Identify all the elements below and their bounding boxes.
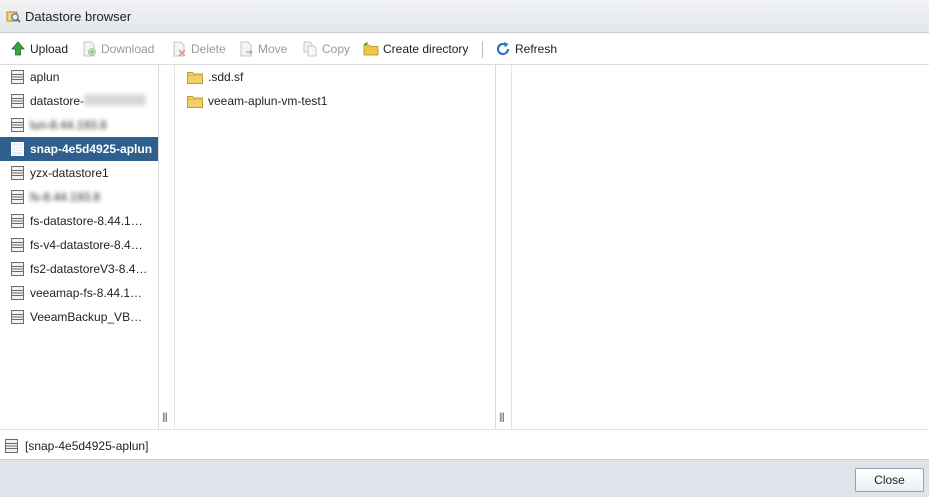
datastore-label: fs-8.44.193.8 bbox=[30, 190, 101, 204]
datastore-label: fs-v4-datastore-8.4… bbox=[30, 238, 143, 252]
folder-pane: ||| .sdd.sf veeam-aplun-vm-test1 bbox=[159, 65, 496, 429]
folder-item[interactable]: veeam-aplun-vm-test1 bbox=[187, 91, 327, 111]
refresh-label: Refresh bbox=[515, 42, 558, 56]
current-path: [snap-4e5d4925-aplun] bbox=[25, 439, 149, 453]
datastore-list: aplun datastore- lun-8.44.193.8 snap-4e5… bbox=[0, 65, 159, 429]
datastore-label: lun-8.44.193.8 bbox=[30, 118, 107, 132]
toolbar: Upload Download Delete Move Copy Create … bbox=[0, 33, 929, 65]
title-bar: Datastore browser bbox=[0, 0, 929, 33]
delete-label: Delete bbox=[191, 42, 226, 56]
folder-label: veeam-aplun-vm-test1 bbox=[208, 94, 328, 108]
datastore-label: fs-datastore-8.44.1… bbox=[30, 214, 143, 228]
datastore-item[interactable]: datastore- bbox=[0, 89, 158, 113]
datastore-icon bbox=[11, 118, 24, 132]
file-pane: ||| bbox=[496, 65, 929, 429]
copy-icon bbox=[303, 41, 317, 57]
datastore-icon bbox=[11, 70, 24, 84]
datastore-item[interactable]: VeeamBackup_VB… bbox=[0, 305, 158, 329]
datastore-icon bbox=[11, 94, 24, 108]
upload-button[interactable]: Upload bbox=[10, 40, 68, 58]
datastore-icon bbox=[11, 214, 24, 228]
datastore-icon bbox=[11, 190, 24, 204]
copy-label: Copy bbox=[322, 42, 351, 56]
datastore-icon bbox=[11, 310, 24, 324]
datastore-item[interactable]: snap-4e5d4925-aplun bbox=[0, 137, 158, 161]
create-directory-label: Create directory bbox=[383, 42, 469, 56]
download-button[interactable]: Download bbox=[81, 40, 154, 58]
delete-icon bbox=[173, 41, 186, 57]
download-label: Download bbox=[101, 42, 155, 56]
folder-item[interactable]: .sdd.sf bbox=[187, 67, 243, 87]
redacted-text bbox=[84, 94, 146, 106]
upload-icon bbox=[11, 41, 25, 56]
pane-splitter[interactable]: ||| bbox=[159, 65, 175, 429]
download-icon bbox=[83, 41, 96, 57]
datastore-item[interactable]: fs-8.44.193.8 bbox=[0, 185, 158, 209]
refresh-icon bbox=[496, 42, 510, 56]
status-bar: [snap-4e5d4925-aplun] bbox=[0, 429, 929, 459]
splitter-grip-icon: ||| bbox=[499, 412, 505, 423]
folder-icon bbox=[187, 71, 203, 84]
datastore-icon bbox=[11, 238, 24, 252]
pane-splitter[interactable]: ||| bbox=[496, 65, 512, 429]
window-title: Datastore browser bbox=[25, 9, 132, 24]
close-button[interactable]: Close bbox=[855, 468, 924, 492]
move-icon bbox=[240, 41, 253, 57]
datastore-label: aplun bbox=[30, 70, 60, 84]
datastore-icon bbox=[11, 166, 24, 180]
datastore-icon bbox=[11, 262, 24, 276]
dialog-footer: Close bbox=[0, 459, 929, 497]
refresh-button[interactable]: Refresh bbox=[495, 40, 557, 58]
datastore-label: VeeamBackup_VB… bbox=[30, 310, 143, 324]
datastore-label: yzx-datastore1 bbox=[30, 166, 109, 180]
create-directory-button[interactable]: Create directory bbox=[363, 40, 468, 58]
datastore-item[interactable]: fs-datastore-8.44.1… bbox=[0, 209, 158, 233]
datastore-browser-icon bbox=[6, 11, 21, 23]
new-folder-icon bbox=[363, 42, 379, 56]
move-button[interactable]: Move bbox=[238, 40, 287, 58]
datastore-label: snap-4e5d4925-aplun bbox=[30, 142, 153, 156]
datastore-icon bbox=[11, 286, 24, 300]
datastore-icon bbox=[11, 142, 24, 156]
datastore-item[interactable]: fs2-datastoreV3-8.4… bbox=[0, 257, 158, 281]
folder-label: .sdd.sf bbox=[208, 70, 244, 84]
datastore-item[interactable]: fs-v4-datastore-8.4… bbox=[0, 233, 158, 257]
splitter-grip-icon: ||| bbox=[162, 412, 168, 423]
datastore-label: veeamap-fs-8.44.1… bbox=[30, 286, 143, 300]
folder-icon bbox=[187, 95, 203, 108]
copy-button[interactable]: Copy bbox=[302, 40, 350, 58]
datastore-label: datastore- bbox=[30, 94, 85, 108]
datastore-item[interactable]: veeamap-fs-8.44.1… bbox=[0, 281, 158, 305]
move-label: Move bbox=[258, 42, 288, 56]
upload-label: Upload bbox=[30, 42, 69, 56]
delete-button[interactable]: Delete bbox=[171, 40, 226, 58]
datastore-icon bbox=[5, 439, 18, 453]
datastore-item[interactable]: lun-8.44.193.8 bbox=[0, 113, 158, 137]
datastore-label: fs2-datastoreV3-8.4… bbox=[30, 262, 148, 276]
datastore-item[interactable]: aplun bbox=[0, 65, 158, 89]
datastore-item[interactable]: yzx-datastore1 bbox=[0, 161, 158, 185]
toolbar-separator bbox=[482, 41, 483, 58]
